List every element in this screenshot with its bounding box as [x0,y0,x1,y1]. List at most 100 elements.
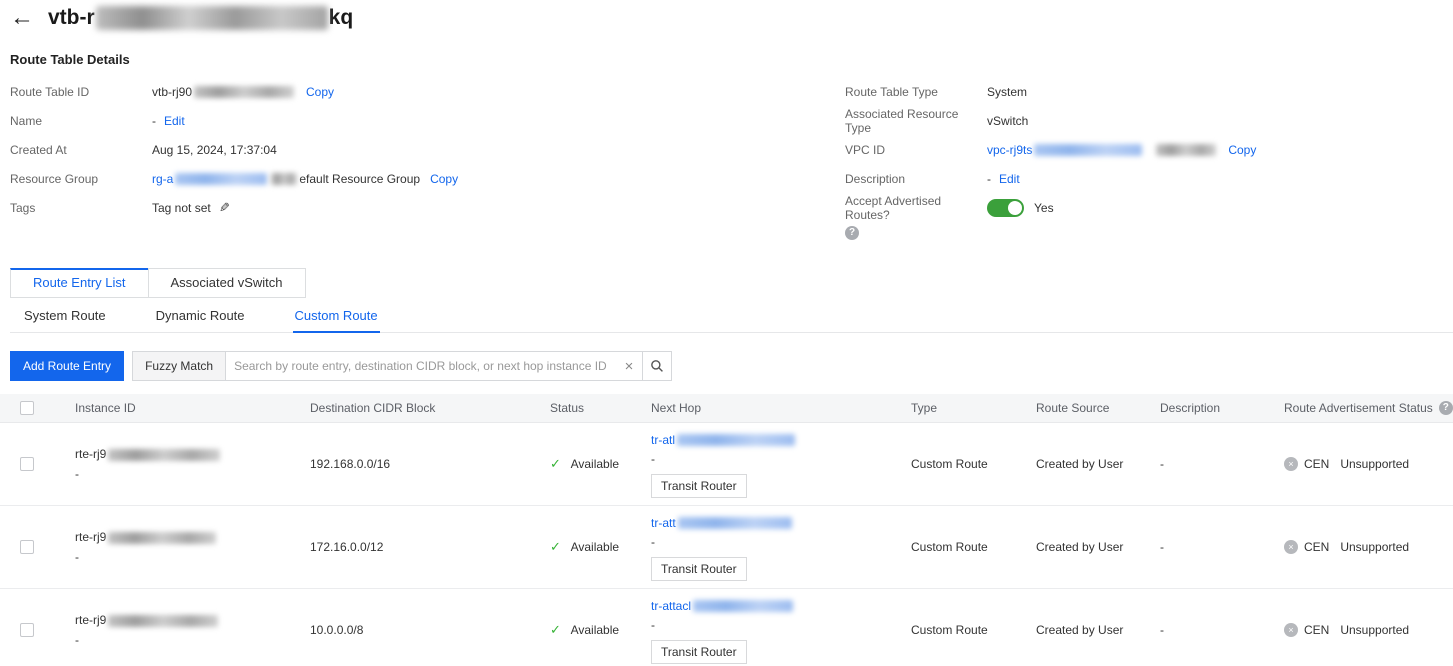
detail-row-tags: Tags Tag not set ✎ [10,193,845,222]
page-title-suffix: kq [329,6,354,30]
route-entry-table: Instance ID Destination CIDR Block Statu… [0,394,1453,666]
page-title: vtb-r kq [48,6,353,30]
redacted-next-hop-id [678,517,792,529]
name-value: - [152,114,156,128]
resource-group-link-prefix[interactable]: rg-a [152,172,173,186]
detail-label: Route Table Type [845,85,987,99]
adv-scope: CEN [1304,457,1329,471]
adv-scope: CEN [1304,623,1329,637]
adv-scope: CEN [1304,540,1329,554]
detail-label: Accept Advertised Routes? [845,194,987,222]
route-type: Custom Route [911,457,1036,471]
page-header: ← vtb-r kq [0,0,1453,30]
accept-advertised-help-row: ? [845,222,1453,244]
search-bar: Fuzzy Match × [132,351,672,381]
created-at-value: Aug 15, 2024, 17:37:04 [152,143,277,157]
help-icon[interactable]: ? [845,226,859,240]
select-all-checkbox[interactable] [20,401,34,415]
edit-name-link[interactable]: Edit [164,114,185,128]
next-hop-link-prefix[interactable]: tr-att [651,514,676,532]
detail-row-route-table-type: Route Table Type System [845,77,1453,106]
detail-row-route-table-id: Route Table ID vtb-rj90 Copy [10,77,845,106]
detail-row-created-at: Created At Aug 15, 2024, 17:37:04 [10,135,845,164]
next-hop-type-badge: Transit Router [651,640,747,664]
clear-search-icon[interactable]: × [616,352,642,380]
row-checkbox[interactable] [20,540,34,554]
status-check-icon: ✓ [550,456,561,471]
tab-route-entry-list[interactable]: Route Entry List [10,268,149,298]
route-source: Created by User [1036,457,1160,471]
route-description: - [1160,623,1284,637]
row-checkbox[interactable] [20,623,34,637]
edit-description-link[interactable]: Edit [999,172,1020,186]
next-hop-link-prefix[interactable]: tr-attacl [651,597,691,615]
redacted-resource-group-gap [271,173,297,185]
detail-label: Name [10,114,152,128]
next-hop-link-prefix[interactable]: tr-atl [651,431,675,449]
status-text: Available [571,623,619,637]
detail-row-vpc-id: VPC ID vpc-rj9ts Copy [845,135,1453,164]
adv-status: Unsupported [1340,457,1409,471]
instance-sub: - [75,547,310,567]
associated-resource-type-value: vSwitch [987,114,1028,128]
next-hop-sub: - [651,532,911,552]
subtab-system-route[interactable]: System Route [22,298,108,332]
advertisement-status-help-icon[interactable]: ? [1439,401,1453,415]
accept-advertised-routes-toggle[interactable] [987,199,1024,217]
detail-label: Resource Group [10,172,152,186]
tags-value: Tag not set [152,201,211,215]
details-heading: Route Table Details [10,52,1453,67]
resource-group-name: efault Resource Group [299,172,420,186]
redacted-next-hop-id [677,434,795,446]
status-text: Available [571,457,619,471]
redacted-instance-id [108,615,218,627]
table-row: rte-rj9 - 172.16.0.0/12 ✓ Available tr-a… [0,506,1453,589]
search-input[interactable] [226,352,616,380]
detail-row-associated-resource-type: Associated Resource Type vSwitch [845,106,1453,135]
subtab-dynamic-route[interactable]: Dynamic Route [154,298,247,332]
route-table-id-prefix: vtb-rj90 [152,85,192,99]
tab-associated-vswitch[interactable]: Associated vSwitch [148,268,306,298]
col-header-description: Description [1160,401,1284,415]
col-header-type: Type [911,401,1036,415]
copy-resource-group-link[interactable]: Copy [430,172,458,186]
copy-vpc-id-link[interactable]: Copy [1228,143,1256,157]
detail-label: Tags [10,201,152,215]
redacted-route-table-id [194,86,294,98]
next-hop-sub: - [651,449,911,469]
detail-row-description: Description - Edit [845,164,1453,193]
unsupported-icon: × [1284,540,1298,554]
route-description: - [1160,457,1284,471]
route-source: Created by User [1036,623,1160,637]
destination-cidr: 192.168.0.0/16 [310,457,550,471]
destination-cidr: 10.0.0.0/8 [310,623,550,637]
status-text: Available [571,540,619,554]
row-checkbox[interactable] [20,457,34,471]
table-header-row: Instance ID Destination CIDR Block Statu… [0,394,1453,423]
route-type: Custom Route [911,623,1036,637]
adv-status: Unsupported [1340,540,1409,554]
search-button[interactable] [642,352,671,380]
add-route-entry-button[interactable]: Add Route Entry [10,351,124,381]
instance-id-prefix: rte-rj9 [75,530,106,544]
instance-id-prefix: rte-rj9 [75,447,106,461]
edit-tags-icon[interactable]: ✎ [219,200,230,216]
detail-label: Associated Resource Type [845,107,987,135]
col-header-next-hop: Next Hop [651,401,911,415]
match-mode-selector[interactable]: Fuzzy Match [133,352,226,380]
back-icon[interactable]: ← [10,6,34,30]
subtab-custom-route[interactable]: Custom Route [293,298,380,333]
page-title-prefix: vtb-r [48,6,95,30]
col-header-status: Status [550,401,651,415]
detail-label: Description [845,172,987,186]
copy-route-table-id-link[interactable]: Copy [306,85,334,99]
col-header-route-source: Route Source [1036,401,1160,415]
route-table-type-value: System [987,85,1027,99]
route-description: - [1160,540,1284,554]
tab-bar: Route Entry List Associated vSwitch [10,268,1453,298]
instance-sub: - [75,464,310,484]
vpc-id-link-prefix[interactable]: vpc-rj9ts [987,143,1032,157]
destination-cidr: 172.16.0.0/12 [310,540,550,554]
unsupported-icon: × [1284,623,1298,637]
instance-id-prefix: rte-rj9 [75,613,106,627]
